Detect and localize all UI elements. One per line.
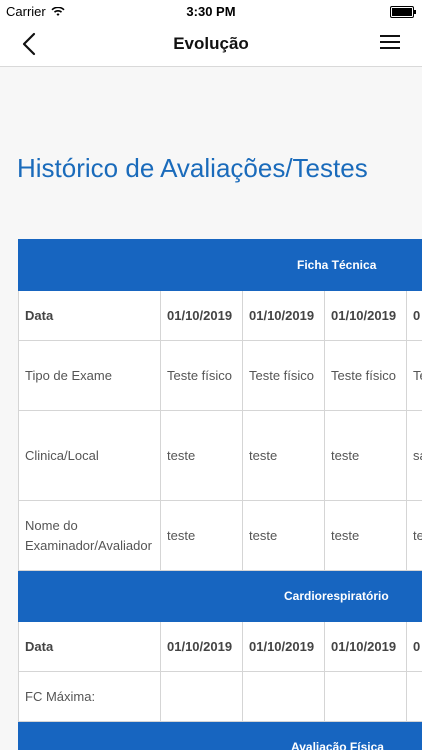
table-cell: teste — [160, 500, 243, 571]
table-cell: sa — [406, 410, 422, 501]
row-label: Data — [18, 621, 161, 672]
section-header-row: Ficha Técnica — [18, 239, 422, 291]
section-title: Cardiorespiratório — [284, 589, 389, 603]
hamburger-menu-icon[interactable] — [380, 35, 400, 51]
table-cell: teste — [242, 500, 325, 571]
evaluation-table: Ficha Técnica Data 01/10/2019 01/10/2019 01/… — [18, 239, 422, 750]
table-cell — [242, 671, 325, 722]
table-cell — [160, 671, 243, 722]
row-label: Clinica/Local — [18, 410, 161, 501]
table-cell: te — [406, 500, 422, 571]
row-label: FC Máxima: — [18, 671, 161, 722]
table-row: Clinica/Localtestetestetestesa — [18, 410, 422, 501]
clock: 3:30 PM — [186, 4, 236, 19]
section-header-row: Cardiorespiratório — [18, 570, 422, 622]
table-row: Data 01/10/2019 01/10/2019 01/10/2019 0 — [18, 621, 422, 672]
table-cell: 0 — [406, 621, 422, 672]
nav-title: Evolução — [173, 34, 249, 53]
table-row: Data 01/10/2019 01/10/2019 01/10/2019 0 — [18, 290, 422, 341]
table-cell: 01/10/2019 — [160, 621, 243, 672]
status-bar: Carrier 3:30 PM — [0, 0, 422, 22]
table-cell — [406, 671, 422, 722]
table-cell: teste — [324, 500, 407, 571]
row-label: Data — [18, 290, 161, 341]
table-cell: Teste físico — [160, 340, 243, 411]
section-header: Avaliação Física — [18, 721, 422, 750]
table-cell: teste — [160, 410, 243, 501]
table-cell: Te — [406, 340, 422, 411]
table-row: Nome do Examinador/Avaliador teste teste te… — [18, 500, 422, 571]
row-label: Tipo de Exame — [18, 340, 161, 411]
table-cell: 01/10/2019 — [160, 290, 243, 341]
section-header-row: Avaliação Física — [18, 721, 422, 750]
table-cell: Teste físico — [242, 340, 325, 411]
table-cell: 01/10/2019 — [324, 290, 407, 341]
table-cell: teste — [324, 410, 407, 501]
section-header: Ficha Técnica — [18, 239, 422, 291]
table-cell: 01/10/2019 — [242, 621, 325, 672]
table-cell: 0 — [406, 290, 422, 341]
table-cell: Teste físico — [324, 340, 407, 411]
table-row: Tipo de Exame Teste físico Teste físico Tes… — [18, 340, 422, 411]
section-title: Ficha Técnica — [297, 258, 377, 272]
section-title: Avaliação Física — [291, 740, 384, 750]
table-cell: 01/10/2019 — [324, 621, 407, 672]
nav-bar: Evolução — [0, 22, 422, 67]
table-cell: 01/10/2019 — [242, 290, 325, 341]
evaluation-grid: Ficha Técnica Data 01/10/2019 01/10/2019 01/… — [18, 239, 422, 750]
table-cell: teste — [242, 410, 325, 501]
table-row: FC Máxima: — [18, 671, 422, 722]
page-heading: Histórico de Avaliações/Testes — [17, 153, 368, 183]
table-cell — [324, 671, 407, 722]
row-label: Nome do Examinador/Avaliador — [18, 500, 161, 571]
battery-icon — [390, 6, 416, 18]
section-header: Cardiorespiratório — [18, 570, 422, 622]
